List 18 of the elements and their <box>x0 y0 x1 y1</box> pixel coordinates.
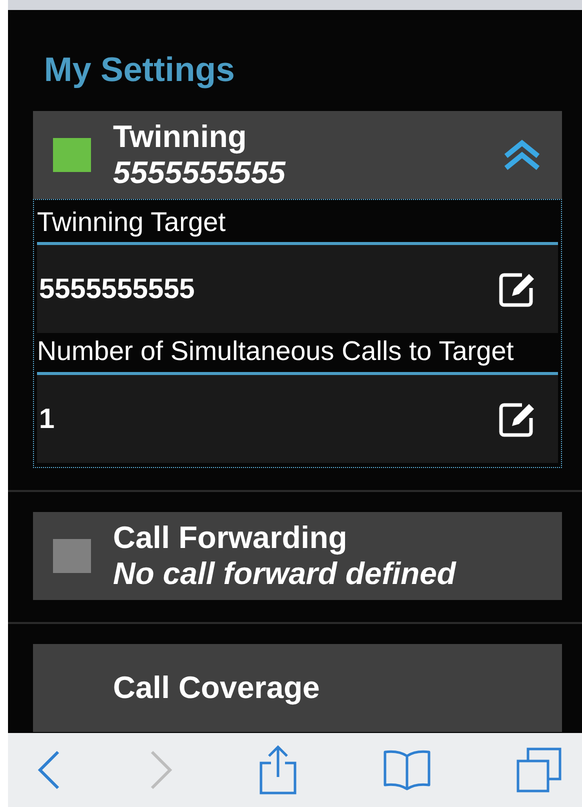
page-title: My Settings <box>44 50 236 91</box>
field-value: 5555555555 <box>39 272 195 306</box>
collapse-chevron-icon[interactable] <box>502 138 542 171</box>
section-subtitle: 5555555555 <box>113 154 286 190</box>
bookmarks-button[interactable] <box>382 748 430 792</box>
section-title: Call Forwarding <box>113 520 348 556</box>
section-title: Twinning <box>113 119 248 155</box>
share-button[interactable] <box>259 745 297 795</box>
back-button[interactable] <box>36 749 62 791</box>
value-field[interactable]: 5555555555 <box>37 245 558 334</box>
section-header[interactable]: Call Forwarding No call forward defined <box>33 512 562 600</box>
section-header[interactable]: Call Coverage <box>33 644 562 732</box>
value-field[interactable]: 1 <box>37 374 558 463</box>
section-header[interactable]: Twinning 5555555555 <box>33 110 562 199</box>
tabs-button[interactable] <box>516 747 562 793</box>
section-subtitle: No call forward defined <box>113 556 456 592</box>
section-title: Call Coverage <box>113 670 320 706</box>
field-value: 1 <box>39 402 55 436</box>
